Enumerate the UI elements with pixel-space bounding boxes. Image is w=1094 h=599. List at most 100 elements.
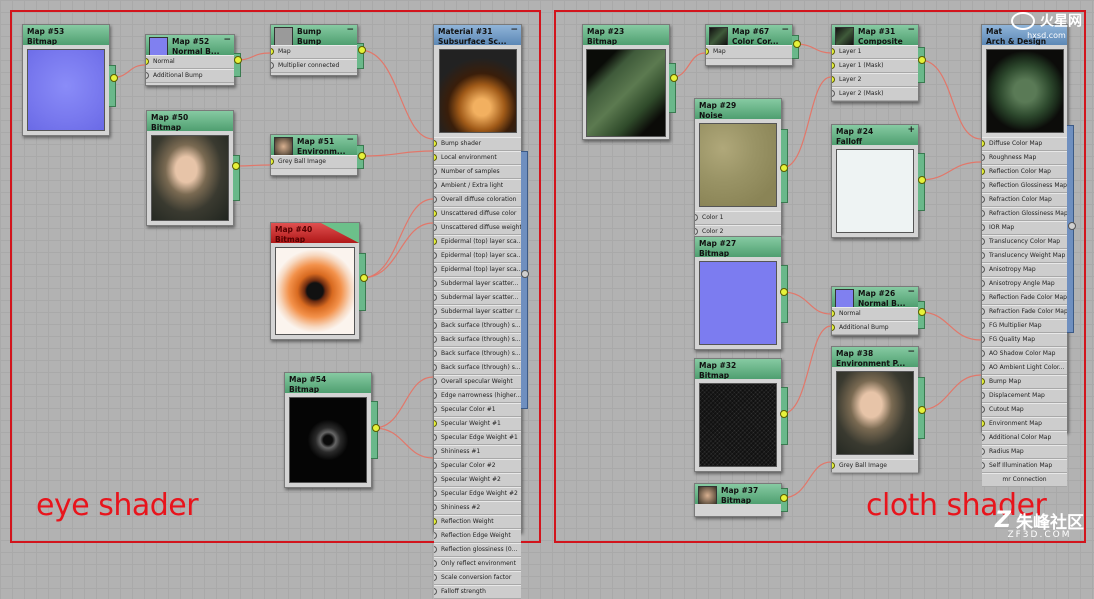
slot-row[interactable]: Falloff strength <box>434 585 521 599</box>
slot-row[interactable]: Shininess #2 <box>434 501 521 515</box>
input-port[interactable] <box>434 308 437 315</box>
node-map54[interactable]: Map #54 Bitmap <box>284 372 378 488</box>
input-port[interactable] <box>434 238 437 245</box>
slot-row[interactable]: Epidermal (top) layer sca... <box>434 249 521 263</box>
slot-row[interactable]: Bump shader <box>434 137 521 151</box>
input-port[interactable] <box>982 308 985 315</box>
slot-row[interactable]: AO Shadow Color Map <box>982 347 1067 361</box>
slot-row[interactable]: Back surface (through) s... <box>434 319 521 333</box>
input-port[interactable] <box>434 546 437 553</box>
input-port[interactable] <box>434 574 437 581</box>
node-map51[interactable]: Map #51 Environm... − Grey Ball Image <box>270 134 364 176</box>
slot-row[interactable]: Specular Color #2 <box>434 459 521 473</box>
slot-row[interactable]: Layer 1 <box>832 45 918 59</box>
slot-row[interactable]: Cutout Map <box>982 403 1067 417</box>
input-port[interactable] <box>982 336 985 343</box>
slot-row[interactable]: Map <box>271 45 357 59</box>
node-bump[interactable]: Bump Bump − Map Multiplier connected <box>270 24 364 76</box>
slot-row[interactable]: Specular Color #1 <box>434 403 521 417</box>
slot-row[interactable]: Translucency Color Map <box>982 235 1067 249</box>
input-port[interactable] <box>434 336 437 343</box>
input-port[interactable] <box>982 140 985 147</box>
input-port[interactable] <box>434 518 437 525</box>
input-port[interactable] <box>434 560 437 567</box>
input-port[interactable] <box>434 140 437 147</box>
input-port[interactable] <box>982 154 985 161</box>
slot-row[interactable]: Layer 2 (Mask) <box>832 87 918 101</box>
slot-row[interactable]: FG Quality Map <box>982 333 1067 347</box>
slot-row[interactable]: Environment Map <box>982 417 1067 431</box>
input-port[interactable] <box>982 280 985 287</box>
input-port[interactable] <box>434 168 437 175</box>
slot-row[interactable]: Anisotropy Angle Map <box>982 277 1067 291</box>
input-port[interactable] <box>434 448 437 455</box>
node-map67[interactable]: Map #67 Color Cor... − Map <box>705 24 799 66</box>
slot-row[interactable]: AO Ambient Light Color... <box>982 361 1067 375</box>
slot-row[interactable]: Unscattered diffuse weight <box>434 221 521 235</box>
input-port[interactable] <box>982 448 985 455</box>
slot-row[interactable]: Grey Ball Image <box>832 459 918 473</box>
slot-row[interactable]: Additional Bump <box>146 69 234 83</box>
slot-row[interactable]: Normal <box>832 307 918 321</box>
slot-row[interactable]: Additional Color Map <box>982 431 1067 445</box>
input-port[interactable] <box>982 462 985 469</box>
input-port[interactable] <box>434 224 437 231</box>
input-port[interactable] <box>434 210 437 217</box>
slot-row[interactable]: Self Illumination Map <box>982 459 1067 473</box>
slot-row[interactable]: Scale conversion factor <box>434 571 521 585</box>
slot-row[interactable]: Ambient / Extra light <box>434 179 521 193</box>
slot-row[interactable]: Specular Edge Weight #2 <box>434 487 521 501</box>
slot-row[interactable]: Refraction Color Map <box>982 193 1067 207</box>
slot-row[interactable]: Displacement Map <box>982 389 1067 403</box>
node-material31[interactable]: Material #31 Subsurface Sc... − Bump shade… <box>433 24 528 599</box>
input-port[interactable] <box>434 532 437 539</box>
slot-row[interactable]: Radius Map <box>982 445 1067 459</box>
input-port[interactable] <box>982 294 985 301</box>
slot-row[interactable]: Local environment <box>434 151 521 165</box>
input-port[interactable] <box>982 224 985 231</box>
slot-row[interactable]: Layer 2 <box>832 73 918 87</box>
slot-row[interactable]: Epidermal (top) layer sca... <box>434 263 521 277</box>
slot-row[interactable]: Additional Bump <box>832 321 918 335</box>
slot-row[interactable]: Multiplier connected <box>271 59 357 73</box>
slot-row[interactable]: Subdermal layer scatter... <box>434 291 521 305</box>
node-map38[interactable]: Map #38 Environment P... − Grey Ball Image <box>831 346 925 473</box>
slot-row[interactable]: Back surface (through) s... <box>434 347 521 361</box>
slot-row[interactable]: Reflection Fade Color Map <box>982 291 1067 305</box>
slot-row[interactable]: Back surface (through) s... <box>434 333 521 347</box>
slot-row[interactable]: Refraction Glossiness Map <box>982 207 1067 221</box>
slot-row[interactable]: IOR Map <box>982 221 1067 235</box>
input-port[interactable] <box>982 434 985 441</box>
slot-row[interactable]: Subdermal layer scatter r... <box>434 305 521 319</box>
input-port[interactable] <box>434 322 437 329</box>
input-port[interactable] <box>982 266 985 273</box>
input-port[interactable] <box>434 294 437 301</box>
slot-row[interactable]: Anisotropy Map <box>982 263 1067 277</box>
slot-row[interactable]: Edge narrowness (higher... <box>434 389 521 403</box>
input-port[interactable] <box>982 406 985 413</box>
slot-row[interactable]: FG Multiplier Map <box>982 319 1067 333</box>
input-port[interactable] <box>434 420 437 427</box>
node-map40[interactable]: Map #40 Bitmap <box>270 222 366 340</box>
slot-row[interactable]: Roughness Map <box>982 151 1067 165</box>
slot-row[interactable]: Specular Weight #1 <box>434 417 521 431</box>
slot-row[interactable]: Overall specular Weight <box>434 375 521 389</box>
input-port[interactable] <box>982 420 985 427</box>
input-port[interactable] <box>982 322 985 329</box>
node-arch-design-material[interactable]: Mat Arch & Design Diffuse Color Map Roughn… <box>981 24 1074 487</box>
slot-row[interactable]: Reflection Weight <box>434 515 521 529</box>
mr-connection-footer[interactable]: mr Connection <box>982 473 1067 487</box>
slot-row[interactable]: Grey Ball Image <box>271 155 357 169</box>
input-port[interactable] <box>982 196 985 203</box>
node-map24-falloff[interactable]: Map #24 Falloff + <box>831 124 925 238</box>
slot-row[interactable]: Unscattered diffuse color <box>434 207 521 221</box>
slot-row[interactable]: Normal <box>146 55 234 69</box>
slot-row[interactable]: Reflection Glossiness Map <box>982 179 1067 193</box>
input-port[interactable] <box>434 378 437 385</box>
input-port[interactable] <box>982 210 985 217</box>
slot-row[interactable]: Translucency Weight Map <box>982 249 1067 263</box>
slot-row[interactable]: Map <box>706 45 792 59</box>
node-map23[interactable]: Map #23 Bitmap <box>582 24 676 140</box>
input-port[interactable] <box>982 364 985 371</box>
input-port[interactable] <box>434 462 437 469</box>
